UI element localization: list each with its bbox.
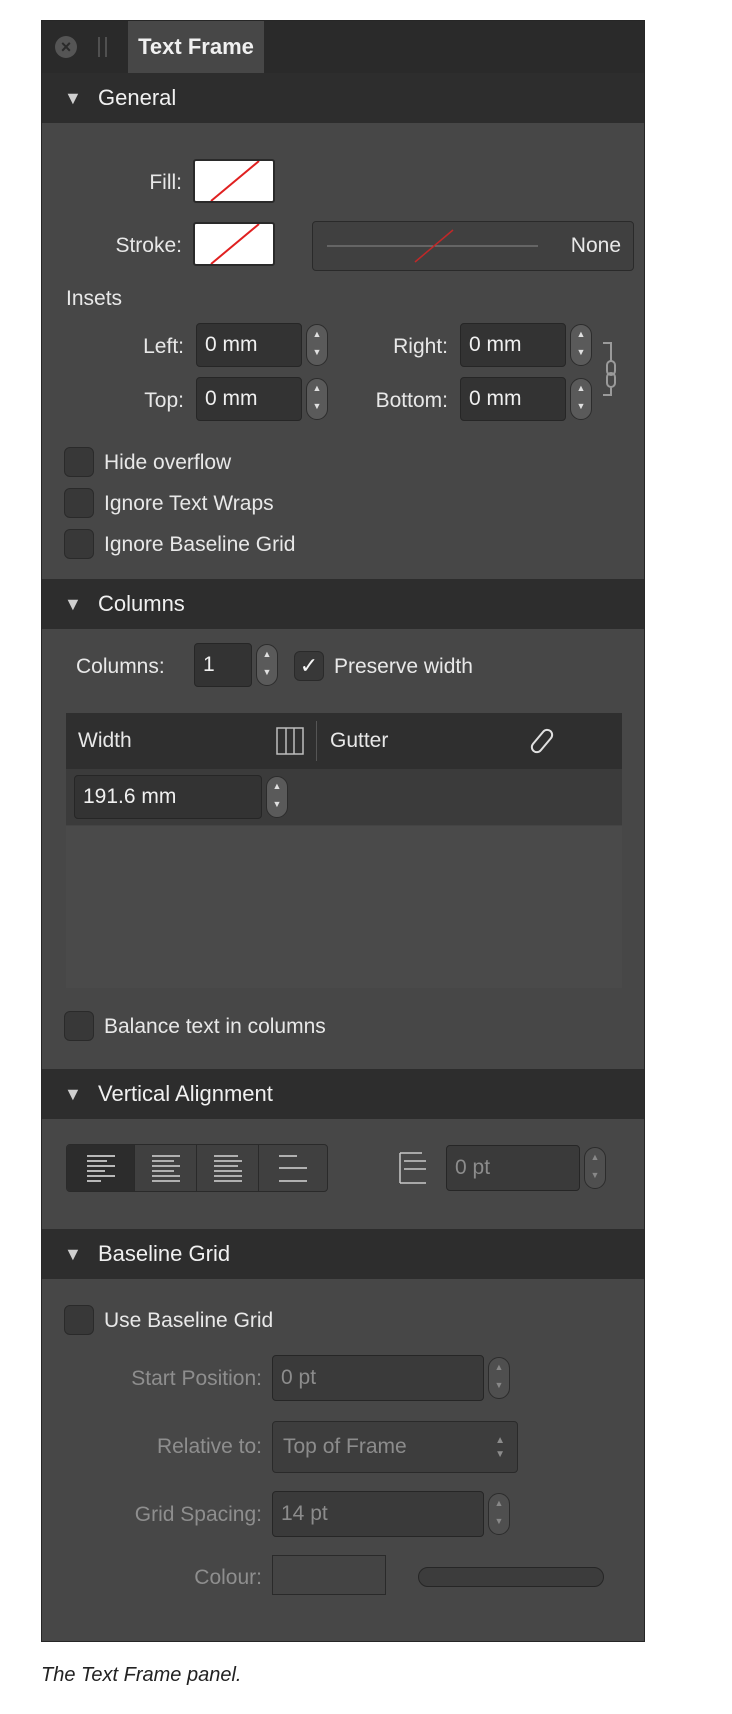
insets-label: Insets bbox=[66, 287, 123, 310]
stroke-style-preview-icon bbox=[327, 229, 538, 263]
hide-overflow-checkbox[interactable] bbox=[64, 447, 94, 477]
section-vertical-alignment-header[interactable]: ▼ Vertical Alignment bbox=[42, 1069, 644, 1119]
figure-caption: The Text Frame panel. bbox=[41, 1664, 242, 1686]
use-baseline-grid-label: Use Baseline Grid bbox=[104, 1309, 274, 1332]
balance-text-checkbox[interactable] bbox=[64, 1011, 94, 1041]
vertical-alignment-group bbox=[66, 1144, 328, 1192]
columns-icon bbox=[276, 727, 304, 755]
bottom-inset-input[interactable]: 0 mm bbox=[460, 377, 566, 421]
tab-text-frame[interactable]: Text Frame bbox=[128, 21, 264, 73]
gutter-column-header: Gutter bbox=[330, 729, 389, 752]
top-inset-input[interactable]: 0 mm bbox=[196, 377, 302, 421]
colour-label: Colour: bbox=[194, 1566, 262, 1589]
link-icon[interactable] bbox=[528, 726, 558, 756]
disclosure-triangle-icon[interactable]: ▼ bbox=[64, 1069, 82, 1119]
columns-count-label: Columns: bbox=[76, 655, 165, 678]
balance-text-label: Balance text in columns bbox=[104, 1015, 326, 1038]
start-position-label: Start Position: bbox=[131, 1367, 262, 1390]
relative-to-label: Relative to: bbox=[156, 1435, 262, 1458]
right-inset-stepper[interactable]: ▲ ▼ bbox=[570, 324, 592, 366]
align-justify-button[interactable] bbox=[259, 1145, 327, 1191]
align-justify-icon bbox=[279, 1155, 307, 1182]
top-inset-label: Top: bbox=[144, 389, 184, 412]
first-line-offset-icon bbox=[399, 1152, 426, 1184]
drag-grip-icon[interactable] bbox=[98, 37, 107, 57]
table-row: 191.6 mm ▲ ▼ bbox=[66, 769, 622, 825]
columns-table-header: Width Gutter bbox=[66, 713, 622, 769]
stroke-style-dropdown[interactable]: None bbox=[312, 221, 634, 271]
section-title: Vertical Alignment bbox=[98, 1081, 273, 1106]
colour-swatch[interactable] bbox=[272, 1555, 386, 1595]
section-baseline-grid-header[interactable]: ▼ Baseline Grid bbox=[42, 1229, 644, 1279]
preserve-width-label: Preserve width bbox=[334, 655, 473, 678]
columns-table-empty-area bbox=[66, 825, 622, 988]
left-inset-stepper[interactable]: ▲ ▼ bbox=[306, 324, 328, 366]
stroke-style-value: None bbox=[570, 234, 621, 257]
section-general-header[interactable]: ▼ General bbox=[42, 73, 644, 123]
left-inset-label: Left: bbox=[143, 335, 184, 358]
align-bottom-button[interactable] bbox=[197, 1145, 259, 1191]
right-inset-input[interactable]: 0 mm bbox=[460, 323, 566, 367]
bottom-inset-label: Bottom: bbox=[375, 389, 448, 412]
relative-to-select[interactable]: Top of Frame ▲ ▼ bbox=[272, 1421, 518, 1473]
use-baseline-grid-checkbox[interactable] bbox=[64, 1305, 94, 1335]
width-column-header: Width bbox=[78, 729, 132, 752]
preserve-width-checkbox[interactable]: ✓ bbox=[294, 651, 324, 681]
columns-count-stepper[interactable]: ▲ ▼ bbox=[256, 644, 278, 686]
column-width-stepper[interactable]: ▲ ▼ bbox=[266, 776, 288, 818]
ignore-baseline-grid-label: Ignore Baseline Grid bbox=[104, 533, 296, 556]
panel-titlebar: × Text Frame bbox=[42, 21, 644, 74]
columns-count-input[interactable]: 1 bbox=[194, 643, 252, 687]
align-middle-icon bbox=[151, 1155, 180, 1182]
ignore-baseline-grid-checkbox[interactable] bbox=[64, 529, 94, 559]
align-top-icon bbox=[86, 1155, 115, 1182]
disclosure-triangle-icon[interactable]: ▼ bbox=[64, 1229, 82, 1279]
ignore-text-wraps-checkbox[interactable] bbox=[64, 488, 94, 518]
start-position-stepper[interactable]: ▲ ▼ bbox=[488, 1357, 510, 1399]
align-top-button[interactable] bbox=[67, 1145, 135, 1191]
stroke-swatch[interactable] bbox=[193, 222, 275, 266]
column-divider bbox=[316, 721, 317, 761]
valign-offset-input[interactable]: 0 pt bbox=[446, 1145, 580, 1191]
fill-swatch[interactable] bbox=[193, 159, 275, 203]
section-title: General bbox=[98, 85, 177, 110]
text-frame-panel: × Text Frame ▼ General Fill: Stroke: Non… bbox=[41, 20, 645, 1642]
disclosure-triangle-icon[interactable]: ▼ bbox=[64, 579, 82, 629]
column-width-input[interactable]: 191.6 mm bbox=[74, 775, 262, 819]
section-columns-header[interactable]: ▼ Columns bbox=[42, 579, 644, 629]
start-position-input[interactable]: 0 pt bbox=[272, 1355, 484, 1401]
colour-slider[interactable] bbox=[418, 1567, 604, 1587]
disclosure-triangle-icon[interactable]: ▼ bbox=[64, 73, 82, 123]
hide-overflow-label: Hide overflow bbox=[104, 451, 232, 474]
none-swatch-icon bbox=[210, 224, 260, 264]
bottom-inset-stepper[interactable]: ▲ ▼ bbox=[570, 378, 592, 420]
close-icon[interactable]: × bbox=[55, 36, 77, 58]
section-title: Columns bbox=[98, 591, 185, 616]
none-swatch-icon bbox=[210, 161, 260, 201]
stroke-label: Stroke: bbox=[115, 234, 182, 257]
left-inset-input[interactable]: 0 mm bbox=[196, 323, 302, 367]
grid-spacing-input[interactable]: 14 pt bbox=[272, 1491, 484, 1537]
align-bottom-icon bbox=[213, 1155, 242, 1182]
grid-spacing-label: Grid Spacing: bbox=[134, 1503, 262, 1526]
link-insets-chain-icon[interactable] bbox=[601, 341, 623, 397]
chevron-updown-icon: ▲ ▼ bbox=[495, 1435, 505, 1460]
grid-spacing-stepper[interactable]: ▲ ▼ bbox=[488, 1493, 510, 1535]
ignore-text-wraps-label: Ignore Text Wraps bbox=[104, 492, 274, 515]
top-inset-stepper[interactable]: ▲ ▼ bbox=[306, 378, 328, 420]
align-middle-button[interactable] bbox=[135, 1145, 197, 1191]
valign-offset-stepper[interactable]: ▲ ▼ bbox=[584, 1147, 606, 1189]
section-title: Baseline Grid bbox=[98, 1241, 231, 1266]
right-inset-label: Right: bbox=[393, 335, 448, 358]
relative-to-value: Top of Frame bbox=[283, 1435, 407, 1458]
fill-label: Fill: bbox=[149, 171, 182, 194]
